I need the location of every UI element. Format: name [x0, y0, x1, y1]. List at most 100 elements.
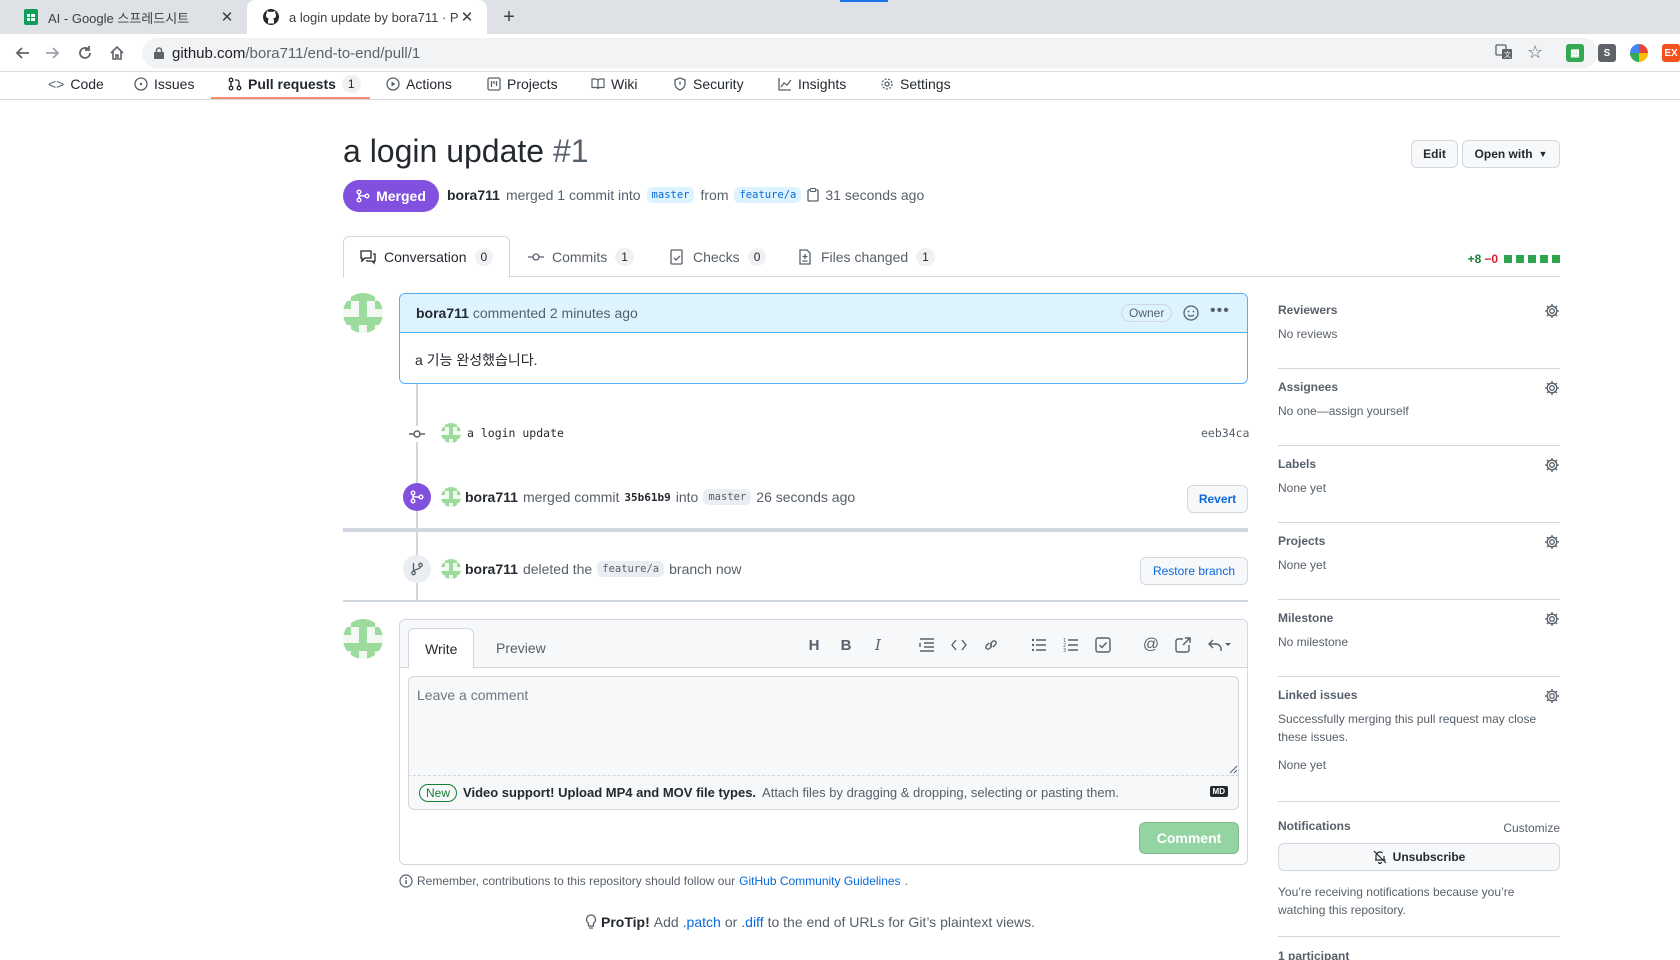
gear-icon[interactable]: [1544, 303, 1560, 319]
restore-branch-button[interactable]: Restore branch: [1140, 557, 1248, 585]
tab-checks[interactable]: Checks 0: [653, 236, 782, 277]
commit-sha-link[interactable]: eeb34ca: [1201, 426, 1249, 440]
sidebar-divider: [1278, 599, 1560, 600]
translate-icon[interactable]: 文: [1495, 43, 1513, 61]
repo-tab-issues[interactable]: Issues: [134, 68, 194, 100]
task-list-icon[interactable]: [1094, 636, 1112, 654]
home-icon[interactable]: [105, 41, 129, 65]
merge-target-branch[interactable]: master: [703, 489, 752, 505]
kebab-menu-icon[interactable]: •••: [1210, 302, 1230, 320]
sidebar-heading[interactable]: Linked issues: [1278, 688, 1560, 702]
tab-label: Files changed: [821, 248, 909, 265]
saved-replies-icon[interactable]: [1206, 636, 1234, 654]
open-with-label: Open with: [1474, 147, 1533, 161]
comment-submit-button[interactable]: Comment: [1139, 822, 1239, 854]
gear-icon[interactable]: [1544, 688, 1560, 704]
cross-reference-icon[interactable]: [1174, 636, 1192, 654]
repo-tab-projects[interactable]: Projects: [487, 68, 558, 100]
browser-tab-github[interactable]: a login update by bora711 · Pull Request…: [247, 0, 487, 34]
close-tab-icon[interactable]: ✕: [219, 8, 235, 26]
base-branch[interactable]: master: [646, 187, 695, 203]
repo-tab-actions[interactable]: Actions: [386, 68, 452, 100]
patch-link[interactable]: .patch: [683, 914, 721, 930]
code-icon[interactable]: [950, 636, 968, 654]
avatar-small[interactable]: [441, 423, 461, 443]
avatar[interactable]: [343, 293, 383, 333]
gear-icon[interactable]: [1544, 611, 1560, 627]
url-bar[interactable]: github.com/bora711/end-to-end/pull/1: [142, 38, 1598, 68]
repo-tab-wiki[interactable]: Wiki: [591, 68, 637, 100]
bold-icon[interactable]: B: [837, 636, 855, 654]
numbered-list-icon[interactable]: 123: [1062, 636, 1080, 654]
tab-files-changed[interactable]: Files changed 1: [781, 236, 951, 277]
new-tab-icon[interactable]: +: [498, 6, 520, 28]
bullet-list-icon[interactable]: [1030, 636, 1048, 654]
browser-tab-sheets[interactable]: AI - Google 스프레드시트 ✕: [8, 0, 247, 34]
attach-files-bar[interactable]: New Video support! Upload MP4 and MOV fi…: [408, 776, 1239, 810]
revert-button[interactable]: Revert: [1187, 485, 1248, 513]
avatar[interactable]: [343, 619, 383, 659]
markdown-icon[interactable]: MD: [1209, 786, 1228, 797]
repo-tab-pull-requests[interactable]: Pull requests 1: [228, 68, 361, 100]
tab-conversation[interactable]: Conversation 0: [343, 236, 511, 278]
comment-meta[interactable]: commented 2 minutes ago: [473, 305, 638, 321]
event-author[interactable]: bora711: [465, 489, 518, 505]
link-icon[interactable]: [982, 636, 1000, 654]
comment-textarea[interactable]: Leave a comment: [408, 676, 1239, 776]
sidebar-value[interactable]: No one—assign yourself: [1278, 402, 1560, 420]
sidebar-heading[interactable]: Labels: [1278, 457, 1560, 471]
event-author[interactable]: bora711: [465, 561, 518, 577]
reload-icon[interactable]: [73, 41, 97, 65]
comment-author[interactable]: bora711: [416, 305, 469, 321]
edit-button[interactable]: Edit: [1411, 140, 1458, 168]
head-branch[interactable]: feature/a: [734, 187, 802, 203]
issue-icon: [134, 77, 148, 91]
guidelines-link[interactable]: GitHub Community Guidelines: [739, 874, 900, 888]
repo-tab-settings[interactable]: Settings: [880, 68, 951, 100]
extension-s-icon[interactable]: S: [1598, 44, 1616, 62]
sidebar-heading[interactable]: Milestone: [1278, 611, 1560, 625]
repo-tab-label: Wiki: [611, 76, 638, 92]
repo-tab-security[interactable]: Security: [673, 68, 744, 100]
merge-commit-sha[interactable]: 35b61b9: [624, 491, 670, 504]
git-branch-icon: [410, 562, 424, 576]
github-icon: [263, 9, 279, 25]
light-bulb-icon: [585, 914, 597, 930]
tab-commits[interactable]: Commits 1: [512, 236, 650, 277]
extension-chrome-icon[interactable]: [1630, 44, 1648, 62]
avatar-small[interactable]: [441, 559, 461, 579]
open-with-button[interactable]: Open with ▼: [1462, 140, 1560, 168]
preview-tab[interactable]: Preview: [480, 628, 562, 668]
sidebar-heading[interactable]: Assignees: [1278, 380, 1560, 394]
svg-text:文: 文: [1504, 50, 1511, 59]
italic-icon[interactable]: I: [869, 636, 887, 654]
gear-icon[interactable]: [1544, 534, 1560, 550]
extension-sheets-icon[interactable]: ▦: [1566, 44, 1584, 62]
write-tab[interactable]: Write: [408, 628, 475, 669]
event-time[interactable]: 26 seconds ago: [756, 489, 855, 505]
sidebar-heading[interactable]: Reviewers: [1278, 303, 1560, 317]
mention-icon[interactable]: @: [1142, 636, 1160, 654]
sidebar-heading[interactable]: Projects: [1278, 534, 1560, 548]
customize-link[interactable]: Customize: [1503, 819, 1560, 837]
unsubscribe-button[interactable]: Unsubscribe: [1278, 843, 1560, 871]
commit-message-link[interactable]: a login update: [467, 426, 564, 440]
resize-handle-icon[interactable]: [1228, 764, 1238, 774]
tab-title: a login update by bora711 · Pull Request…: [289, 9, 459, 25]
close-tab-icon[interactable]: ✕: [459, 8, 475, 26]
gear-icon[interactable]: [1544, 380, 1560, 396]
extension-ex-icon[interactable]: EX: [1662, 44, 1680, 62]
gear-icon[interactable]: [1544, 457, 1560, 473]
author-link[interactable]: bora711: [447, 187, 500, 203]
copy-icon[interactable]: [807, 188, 820, 202]
avatar-small[interactable]: [441, 487, 461, 507]
repo-tab-code[interactable]: <> Code: [48, 68, 104, 100]
bookmark-star-icon[interactable]: ☆: [1527, 42, 1547, 62]
repo-tab-insights[interactable]: Insights: [778, 68, 846, 100]
heading-icon[interactable]: H: [805, 636, 823, 654]
diff-link[interactable]: .diff: [741, 914, 763, 930]
smiley-icon[interactable]: [1183, 305, 1199, 321]
forward-icon[interactable]: [41, 41, 65, 65]
quote-icon[interactable]: [918, 636, 936, 654]
back-icon[interactable]: [10, 41, 34, 65]
